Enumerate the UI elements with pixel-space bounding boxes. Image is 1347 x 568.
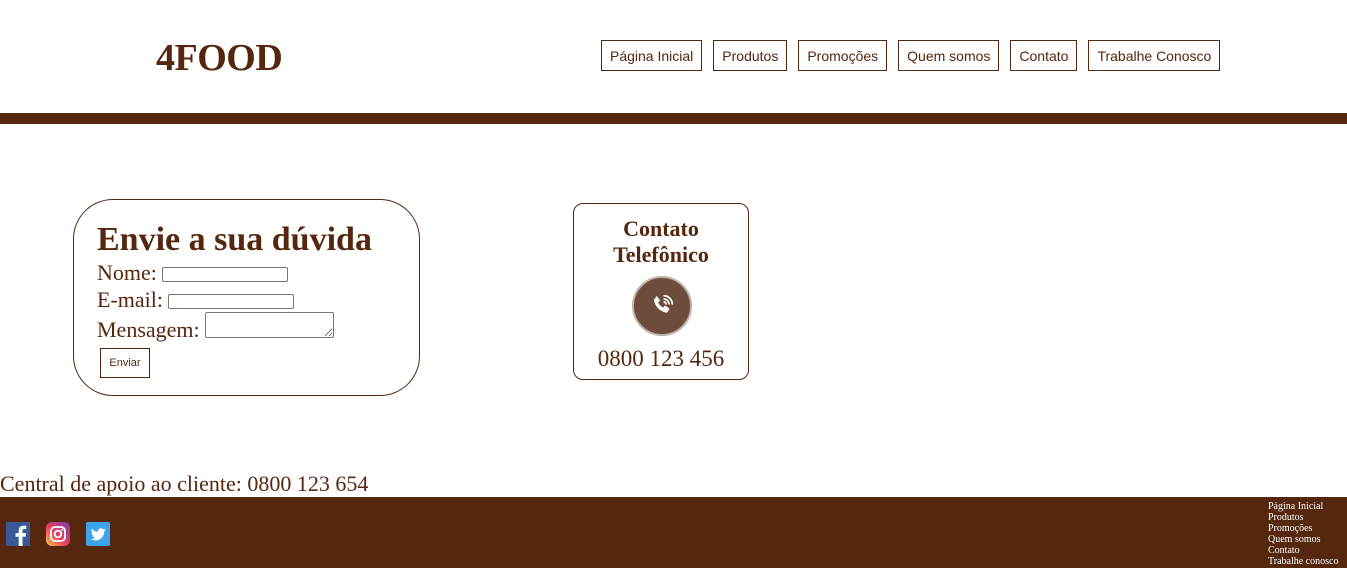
phone-number: 0800 123 456 (597, 346, 725, 371)
email-label: E-mail: (97, 287, 163, 312)
name-label: Nome: (97, 260, 157, 285)
email-input[interactable] (168, 294, 295, 310)
footer-link-promocoes[interactable]: Promoções (1268, 523, 1338, 534)
footer-link-produtos[interactable]: Produtos (1268, 512, 1338, 523)
twitter-icon[interactable] (86, 522, 110, 546)
footer-links: Página Inicial Produtos Promoções Quem s… (1268, 501, 1338, 567)
social-links (6, 522, 110, 546)
question-form: Envie a sua dúvida Nome: E-mail: Mensage… (73, 199, 420, 396)
support-text: Central de apoio ao cliente: 0800 123 65… (0, 471, 369, 496)
name-row: Nome: (97, 260, 289, 286)
email-row: E-mail: (97, 287, 295, 313)
message-textarea[interactable] (205, 312, 335, 338)
phone-icon (632, 276, 692, 336)
submit-button[interactable]: Enviar (100, 348, 150, 378)
name-input[interactable] (162, 267, 289, 283)
phone-contact-card: Contato Telefônico 0800 123 456 (573, 203, 749, 380)
header: 4FOOD Página Inicial Produtos Promoções … (0, 0, 1347, 113)
header-divider (0, 113, 1347, 124)
form-title: Envie a sua dúvida (97, 221, 372, 258)
nav-produtos[interactable]: Produtos (713, 40, 788, 71)
footer: Página Inicial Produtos Promoções Quem s… (0, 497, 1347, 568)
nav-quem-somos[interactable]: Quem somos (898, 40, 1000, 71)
nav-contato[interactable]: Contato (1010, 40, 1078, 71)
main-nav: Página Inicial Produtos Promoções Quem s… (601, 40, 1221, 71)
footer-link-trabalhe-conosco[interactable]: Trabalhe conosco (1268, 556, 1338, 567)
message-label: Mensagem: (97, 317, 200, 342)
message-row: Mensagem: (97, 312, 335, 343)
instagram-icon[interactable] (46, 522, 70, 546)
nav-promocoes[interactable]: Promoções (798, 40, 888, 71)
phone-title: Contato Telefônico (613, 216, 709, 267)
logo[interactable]: 4FOOD (156, 36, 283, 80)
footer-link-pagina-inicial[interactable]: Página Inicial (1268, 501, 1338, 512)
nav-trabalhe-conosco[interactable]: Trabalhe Conosco (1088, 40, 1221, 71)
nav-pagina-inicial[interactable]: Página Inicial (601, 40, 703, 71)
footer-link-quem-somos[interactable]: Quem somos (1268, 534, 1338, 545)
facebook-icon[interactable] (6, 522, 30, 546)
footer-link-contato[interactable]: Contato (1268, 545, 1338, 556)
